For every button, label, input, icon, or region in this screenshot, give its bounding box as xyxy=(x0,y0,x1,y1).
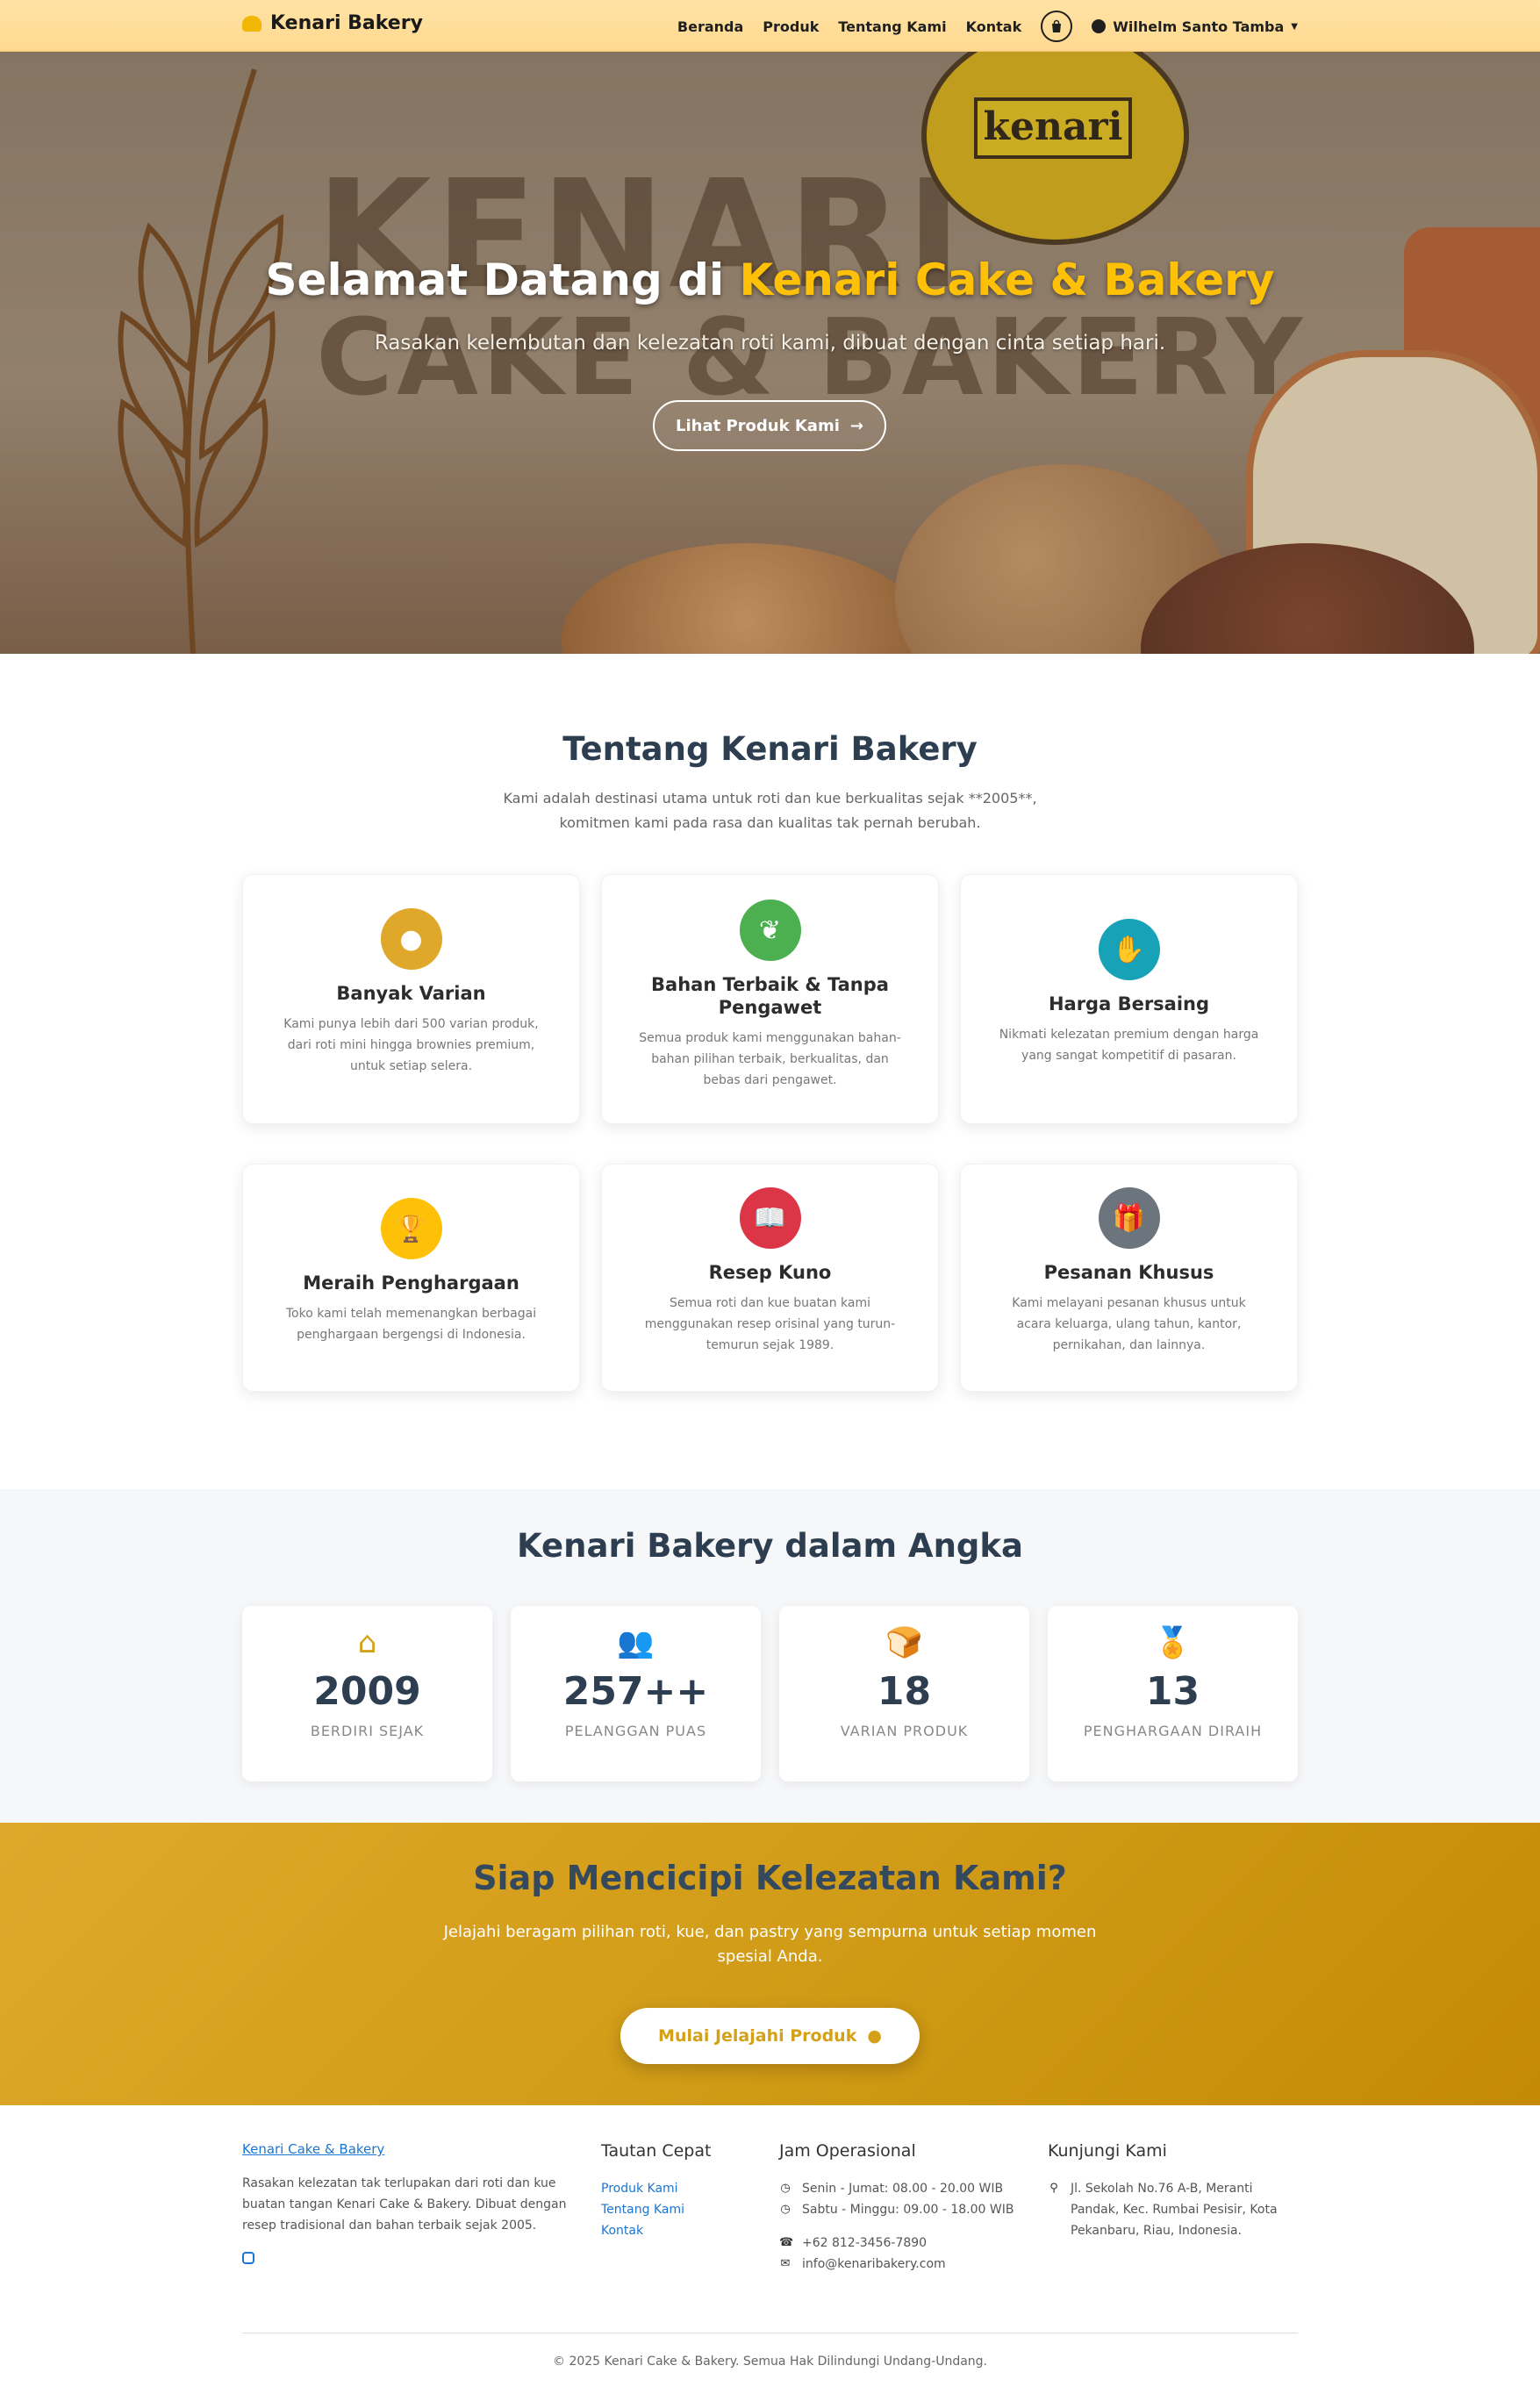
feature-card: ✋ Harga Bersaing Nikmati kelezatan premi… xyxy=(960,874,1298,1124)
hours-weekday: ◷ Senin - Jumat: 08.00 - 20.00 WIB xyxy=(779,2178,1014,2199)
feature-card-text: Nikmati kelezatan premium dengan harga y… xyxy=(999,1028,1259,1063)
gift-icon: 🎁 xyxy=(1098,1187,1160,1249)
phone-text: +62 812-3456-7890 xyxy=(802,2236,928,2250)
view-products-button[interactable]: Lihat Produk Kami → xyxy=(653,400,886,451)
nav-kontak[interactable]: Kontak xyxy=(966,18,1022,35)
feature-card: 🏆 Meraih Penghargaan Toko kami telah mem… xyxy=(242,1164,580,1392)
stat-label: VARIAN PRODUK xyxy=(840,1723,969,1739)
footer-about: Kenari Cake & Bakery Rasakan kelezatan t… xyxy=(242,2141,576,2264)
cart-button[interactable] xyxy=(1041,11,1073,42)
feature-card-title: Harga Bersaing xyxy=(1048,993,1210,1014)
footer-copyright: © 2025 Kenari Cake & Bakery. Semua Hak D… xyxy=(553,2355,987,2369)
nav-tentang-kami[interactable]: Tentang Kami xyxy=(838,18,946,35)
nav-beranda[interactable]: Beranda xyxy=(677,18,743,35)
hero-title-accent: Kenari Cake & Bakery xyxy=(739,254,1275,305)
footer-quick-links-title: Tautan Cepat xyxy=(601,2141,712,2161)
stat-label: BERDIRI SEJAK xyxy=(310,1723,425,1739)
award-icon: 🏅 xyxy=(1154,1625,1192,1660)
stat-value: 13 xyxy=(1145,1669,1200,1714)
feature-card-title: Resep Kuno xyxy=(708,1262,832,1283)
hero-title-prefix: Selamat Datang di xyxy=(265,254,740,305)
brand-name: Kenari Bakery xyxy=(270,12,423,34)
phone: ☎ +62 812-3456-7890 xyxy=(779,2233,1014,2254)
feature-card: ❦ Bahan Terbaik & Tanpa Pengawet Semua p… xyxy=(601,874,939,1124)
bread-icon: 🍞 xyxy=(885,1625,923,1660)
book-icon: 📖 xyxy=(739,1187,801,1249)
feature-card: 🎁 Pesanan Khusus Kami melayani pesanan k… xyxy=(960,1164,1298,1392)
hero-subtitle: Rasakan kelembutan dan kelezatan roti ka… xyxy=(374,332,1166,355)
brand-logo[interactable]: Kenari Bakery xyxy=(242,12,423,34)
stats-title: Kenari Bakery dalam Angka xyxy=(517,1527,1023,1565)
hours-weekend: ◷ Sabtu - Minggu: 09.00 - 18.00 WIB xyxy=(779,2199,1014,2220)
footer-visit: Kunjungi Kami ⚲ Jl. Sekolah No.76 A-B, Me… xyxy=(1048,2141,1285,2241)
feature-card-title: Banyak Varian xyxy=(336,983,486,1004)
feature-card-text: Kami punya lebih dari 500 varian produk,… xyxy=(283,1017,539,1073)
footer-link-produk[interactable]: Produk Kami xyxy=(601,2178,711,2199)
view-products-label: Lihat Produk Kami xyxy=(676,416,840,435)
footer-hours-title: Jam Operasional xyxy=(779,2141,916,2161)
stat-value: 18 xyxy=(877,1669,932,1714)
feature-card-title: Pesanan Khusus xyxy=(1043,1262,1214,1283)
arrow-right-icon: → xyxy=(849,416,863,435)
user-menu[interactable]: Wilhelm Santo Tamba ▼ xyxy=(1092,18,1298,35)
footer-visit-title: Kunjungi Kami xyxy=(1048,2141,1167,2161)
address: ⚲ Jl. Sekolah No.76 A-B, Meranti Pandak, … xyxy=(1048,2178,1285,2241)
feature-card: ● Banyak Varian Kami punya lebih dari 50… xyxy=(242,874,580,1124)
navbar: Kenari Bakery Beranda Produk Tentang Kam… xyxy=(0,0,1540,52)
feature-card-text: Semua produk kami menggunakan bahan-baha… xyxy=(639,1031,901,1087)
users-icon: 👥 xyxy=(617,1625,655,1660)
instagram-icon[interactable] xyxy=(242,2252,254,2264)
footer-link-tentang[interactable]: Tentang Kami xyxy=(601,2199,711,2220)
map-marker-icon: ⚲ xyxy=(1049,2182,1058,2195)
footer-link-kontak[interactable]: Kontak xyxy=(601,2220,711,2241)
trophy-icon: 🏆 xyxy=(380,1198,442,1259)
feature-card-title: Meraih Penghargaan xyxy=(303,1272,519,1294)
cta-title: Siap Mencicipi Kelezatan Kami? xyxy=(473,1859,1067,1897)
cookie-icon: ● xyxy=(867,2026,882,2046)
caret-down-icon: ▼ xyxy=(1291,21,1298,32)
bread-icon xyxy=(242,15,261,32)
clock-icon: ◷ xyxy=(780,2203,791,2216)
explore-products-label: Mulai Jelajahi Produk xyxy=(658,2026,857,2046)
clock-icon: ◷ xyxy=(780,2182,791,2195)
user-name: Wilhelm Santo Tamba xyxy=(1113,18,1285,35)
explore-products-button[interactable]: Mulai Jelajahi Produk ● xyxy=(620,2008,920,2064)
email-text: info@kenaribakery.com xyxy=(802,2257,946,2271)
feature-card: 📖 Resep Kuno Semua roti dan kue buatan k… xyxy=(601,1164,939,1392)
hero-title: Selamat Datang di Kenari Cake & Bakery xyxy=(0,254,1540,305)
user-circle-icon xyxy=(1092,19,1107,33)
address-text: Jl. Sekolah No.76 A-B, Meranti Pandak, K… xyxy=(1071,2182,1278,2238)
feature-card-text: Kami melayani pesanan khusus untuk acara… xyxy=(1012,1296,1246,1352)
stat-card: 🍞 18 VARIAN PRODUK xyxy=(779,1606,1029,1781)
handshake-icon: ✋ xyxy=(1098,919,1160,980)
cookie-icon: ● xyxy=(380,908,442,970)
shopping-bag-icon xyxy=(1052,19,1062,32)
cta-description: Jelajahi beragam pilihan roti, kue, dan … xyxy=(443,1923,1097,1966)
about-description: Kami adalah destinasi utama untuk roti d… xyxy=(503,790,1037,831)
store-icon: ⌂ xyxy=(357,1625,377,1660)
leaf-icon: ❦ xyxy=(739,900,801,961)
stat-card: ⌂ 2009 BERDIRI SEJAK xyxy=(242,1606,492,1781)
stat-label: PENGHARGAAN DIRAIH xyxy=(1083,1723,1263,1739)
stat-label: PELANGGAN PUAS xyxy=(564,1723,707,1739)
nav-produk[interactable]: Produk xyxy=(763,18,819,35)
stat-card: 🏅 13 PENGHARGAAN DIRAIH xyxy=(1048,1606,1298,1781)
stat-card: 👥 257++ PELANGGAN PUAS xyxy=(511,1606,761,1781)
about-title: Tentang Kenari Bakery xyxy=(562,730,978,768)
envelope-icon: ✉ xyxy=(780,2257,791,2270)
feature-card-title: Bahan Terbaik & Tanpa Pengawet xyxy=(651,974,889,1018)
nav-links: Beranda Produk Tentang Kami Kontak Wilhe… xyxy=(677,11,1298,42)
feature-card-text: Toko kami telah memenangkan berbagai pen… xyxy=(285,1307,537,1342)
footer-about-text: Rasakan kelezatan tak terlupakan dari ro… xyxy=(242,2176,567,2233)
hours-weekday-text: Senin - Jumat: 08.00 - 20.00 WIB xyxy=(802,2182,1004,2196)
footer-brand-link[interactable]: Kenari Cake & Bakery xyxy=(242,2141,576,2157)
email: ✉ info@kenaribakery.com xyxy=(779,2254,1014,2275)
hours-weekend-text: Sabtu - Minggu: 09.00 - 18.00 WIB xyxy=(802,2203,1014,2217)
footer-hours: Jam Operasional ◷ Senin - Jumat: 08.00 - … xyxy=(779,2141,1014,2275)
feature-card-text: Semua roti dan kue buatan kami menggunak… xyxy=(644,1296,896,1352)
stat-value: 2009 xyxy=(313,1669,421,1714)
stat-value: 257++ xyxy=(562,1669,709,1714)
footer-quick-links: Tautan Cepat Produk Kami Tentang Kami Ko… xyxy=(601,2141,711,2241)
phone-icon: ☎ xyxy=(779,2236,794,2249)
